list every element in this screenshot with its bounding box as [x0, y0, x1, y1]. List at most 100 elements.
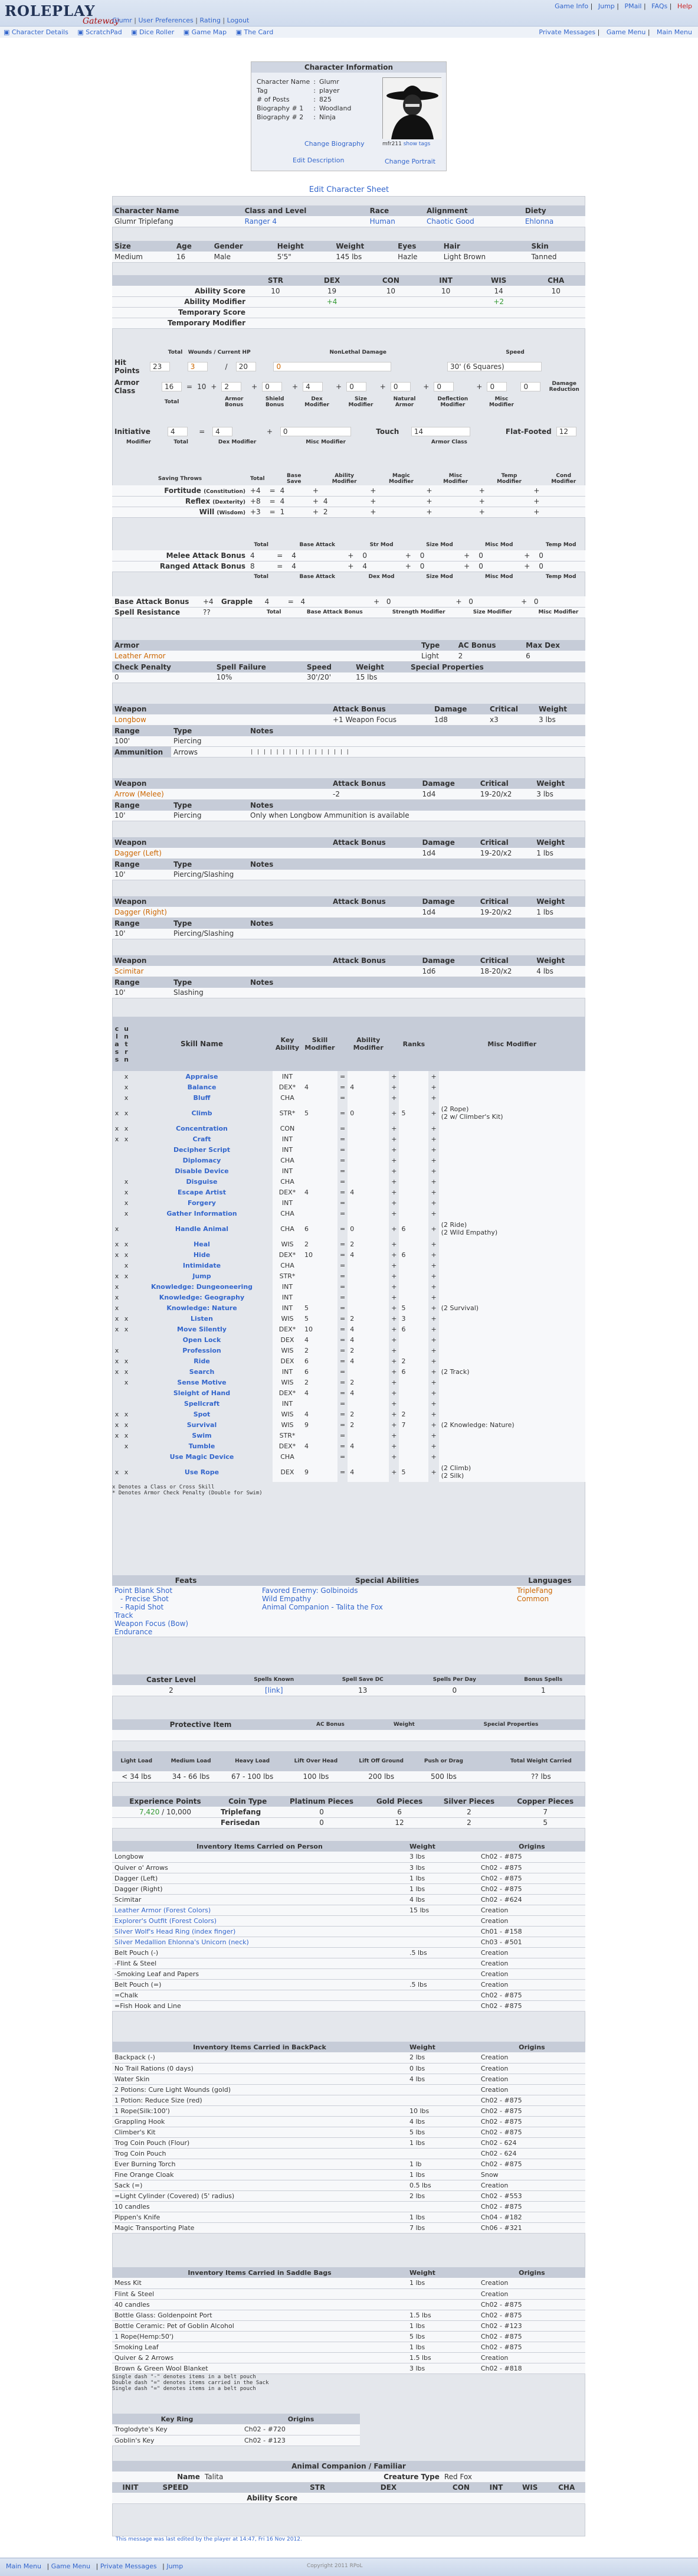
inventory-origin: Ch04 - #182 — [480, 2213, 522, 2221]
caster-level: 2 — [169, 1686, 173, 1695]
skill-name[interactable]: Concentration — [131, 1123, 273, 1134]
spells-known-link[interactable]: [link] — [265, 1686, 283, 1695]
inventory-row: Scimitar 4 lbs Ch02 - #624 — [112, 1894, 585, 1905]
skill-untrained-flag: x — [124, 1135, 129, 1143]
nav-the-card[interactable]: ▣ The Card — [236, 28, 274, 36]
skill-name[interactable]: Survival — [131, 1419, 273, 1430]
skill-name[interactable]: Listen — [131, 1313, 273, 1324]
skill-name[interactable]: Craft — [131, 1134, 273, 1144]
skill-name[interactable]: Move Silently — [131, 1324, 273, 1334]
skill-ability-modifier: 4 — [348, 1334, 389, 1345]
ac-deflection: 0 — [431, 378, 474, 396]
link-jump[interactable]: Jump — [598, 2, 615, 10]
skill-ranks — [399, 1134, 429, 1144]
skill-name[interactable]: Hide — [131, 1249, 273, 1260]
show-tags-link[interactable]: show tags — [404, 141, 431, 147]
skill-untrained-flag: x — [124, 1093, 129, 1102]
skill-name[interactable]: Swim — [131, 1430, 273, 1441]
skill-row: x x Hide DEX* 10 = 4 +6 + — [112, 1249, 585, 1260]
class-level: Ranger 4 — [244, 217, 277, 226]
skill-name[interactable]: Open Lock — [131, 1334, 273, 1345]
skill-name[interactable]: Forgery — [131, 1197, 273, 1208]
nav-main-menu[interactable]: Main Menu — [657, 28, 692, 36]
user-link-name[interactable]: Glumr — [112, 17, 132, 24]
footer-game-menu[interactable]: Game Menu — [51, 2562, 90, 2570]
inventory-backpack-section: Inventory Items Carried in BackPack Weigh… — [112, 2042, 585, 2234]
footer-private-messages[interactable]: Private Messages — [100, 2562, 157, 2570]
ac-size: 0 — [344, 378, 378, 396]
inventory-weight: 1 lbs — [409, 2322, 425, 2330]
attack-section: Total Base Attack Str Mod Size Mod Misc Mod T… — [112, 540, 585, 582]
skill-name[interactable]: Knowledge: Geography — [131, 1292, 273, 1302]
skill-name[interactable]: Spot — [131, 1409, 273, 1419]
skill-ability-modifier — [348, 1451, 389, 1462]
skill-name[interactable]: Climb — [131, 1103, 273, 1123]
link-faqs[interactable]: FAQs — [651, 2, 667, 10]
skill-ranks: 6 — [399, 1366, 429, 1377]
skill-name[interactable]: Ride — [131, 1356, 273, 1366]
link-game-info[interactable]: Game Info — [555, 2, 588, 10]
skill-name[interactable]: Profession — [131, 1345, 273, 1356]
nav-dice-roller[interactable]: ▣ Dice Roller — [131, 28, 174, 36]
skill-name[interactable]: Jump — [131, 1271, 273, 1281]
skill-name[interactable]: Heal — [131, 1239, 273, 1249]
user-link-rating[interactable]: Rating — [199, 17, 220, 24]
skill-name[interactable]: Knowledge: Nature — [131, 1302, 273, 1313]
skill-misc — [438, 1345, 585, 1356]
skill-name[interactable]: Use Rope — [131, 1462, 273, 1482]
skill-name[interactable]: Disable Device — [131, 1165, 273, 1176]
spell-resistance-value: ?? — [203, 608, 211, 616]
skill-name[interactable]: Bluff — [131, 1092, 273, 1103]
nav-scratchpad[interactable]: ▣ ScratchPad — [77, 28, 122, 36]
skill-name[interactable]: Diplomacy — [131, 1155, 273, 1165]
change-biography-link[interactable]: Change Biography — [304, 140, 365, 148]
skill-ranks: 2 — [399, 1409, 429, 1419]
nav-game-menu[interactable]: Game Menu — [607, 28, 645, 36]
link-help[interactable]: Help — [677, 2, 692, 10]
skill-name[interactable]: Disguise — [131, 1176, 273, 1187]
skill-name[interactable]: Spellcraft — [131, 1398, 273, 1409]
edit-description-link[interactable]: Edit Description — [293, 156, 344, 164]
skill-row: x Escape Artist DEX* 4 = 4 + + — [112, 1187, 585, 1197]
skill-name[interactable]: Appraise — [131, 1071, 273, 1082]
link-pmail[interactable]: PMail — [624, 2, 641, 10]
inventory-item: Silver Wolf's Head Ring (index finger) — [114, 1927, 236, 1935]
skill-name[interactable]: Sleight of Hand — [131, 1387, 273, 1398]
footer-main-menu[interactable]: Main Menu — [6, 2562, 41, 2570]
nav-row: ▣ Character Details ▣ ScratchPad ▣ Dice … — [0, 26, 698, 38]
wis-score: 14 — [494, 286, 503, 295]
skill-name[interactable]: Sense Motive — [131, 1377, 273, 1387]
inventory-origin: Ch02 - #875 — [480, 1874, 522, 1882]
skill-name[interactable]: Decipher Script — [131, 1144, 273, 1155]
nav-game-map[interactable]: ▣ Game Map — [183, 28, 227, 36]
special-ability-item: Wild Empathy — [262, 1595, 312, 1603]
companion-type: Red Fox — [444, 2472, 473, 2481]
inventory-weight — [407, 2299, 479, 2310]
inventory-origin: Creation — [480, 2181, 509, 2189]
race: Human — [369, 217, 395, 226]
site-logo[interactable]: ROLEPLAY — [5, 2, 96, 19]
skill-name[interactable]: Balance — [131, 1082, 273, 1092]
footer-jump[interactable]: Jump — [166, 2562, 183, 2570]
user-link-logout[interactable]: Logout — [227, 17, 250, 24]
info-header: Character Information — [251, 62, 446, 73]
skill-name[interactable]: Knowledge: Dungeoneering — [131, 1281, 273, 1292]
save-fortitude-label: Fortitude (Constitution) — [164, 486, 245, 495]
skill-name[interactable]: Intimidate — [131, 1260, 273, 1271]
nav-private-messages[interactable]: Private Messages — [539, 28, 595, 36]
change-portrait-link[interactable]: Change Portrait — [385, 158, 435, 165]
skill-untrained-flag — [122, 1302, 131, 1313]
skill-name[interactable]: Escape Artist — [131, 1187, 273, 1197]
edit-character-sheet-link[interactable]: Edit Character Sheet — [309, 185, 389, 194]
user-link-prefs[interactable]: User Preferences — [139, 17, 194, 24]
skill-ranks — [399, 1155, 429, 1165]
skill-name[interactable]: Handle Animal — [131, 1219, 273, 1239]
skill-name[interactable]: Search — [131, 1366, 273, 1377]
skill-misc — [438, 1377, 585, 1387]
skill-ability-modifier: 2 — [348, 1409, 389, 1419]
inventory-weight — [407, 1937, 479, 1947]
skill-name[interactable]: Use Magic Device — [131, 1451, 273, 1462]
skill-name[interactable]: Gather Information — [131, 1208, 273, 1219]
skill-name[interactable]: Tumble — [131, 1441, 273, 1451]
nav-character-details[interactable]: ▣ Character Details — [4, 28, 68, 36]
